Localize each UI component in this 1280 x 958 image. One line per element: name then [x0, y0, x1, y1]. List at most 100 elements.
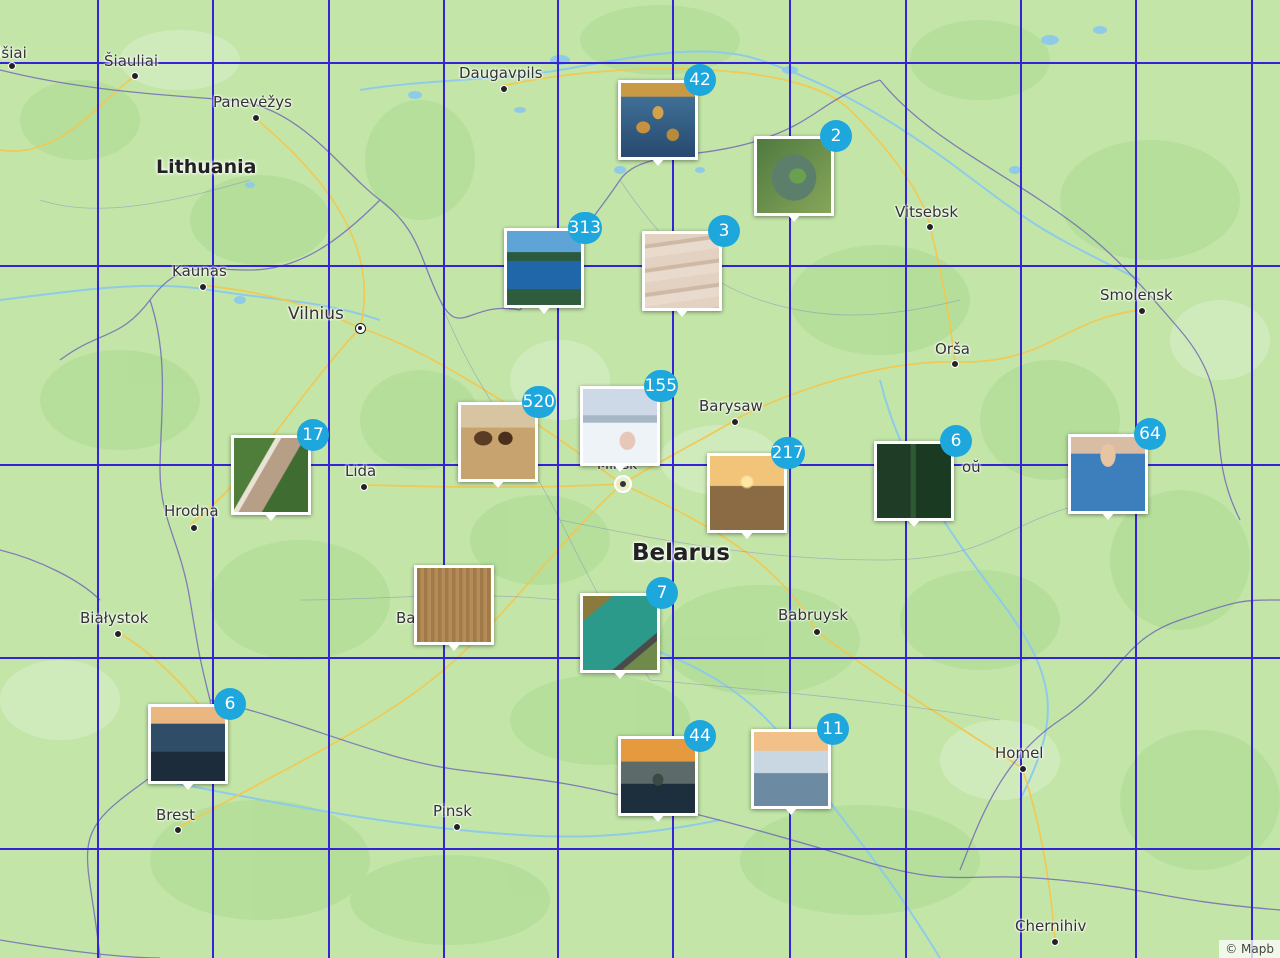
cluster-count-badge: 17 [297, 419, 329, 451]
aerial-lake-road-photo [580, 593, 660, 673]
cluster-count-badge: 520 [521, 386, 556, 418]
city-label-daugavpils: Daugavpils [459, 64, 543, 82]
city-dot [131, 72, 139, 80]
river-sunset-photo [148, 704, 228, 784]
city-label-smolensk: Smolensk [1100, 286, 1173, 304]
city-label-barysaw: Barysaw [699, 397, 763, 415]
city-dot [190, 524, 198, 532]
city-label-hrodna: Hrodna [164, 502, 219, 520]
marker-pointer [447, 643, 461, 651]
photo-cluster-marker[interactable]: 6 [874, 425, 972, 527]
city-dot [8, 62, 16, 70]
cluster-count-badge: 7 [646, 577, 678, 609]
cluster-count-badge: 155 [643, 370, 678, 402]
photo-cluster-marker[interactable]: 64 [1068, 418, 1166, 520]
marker-pointer [651, 158, 665, 166]
city-label-siauliai: Šiauliai [104, 52, 159, 70]
photo-cluster-marker[interactable]: 155 [580, 370, 678, 472]
city-label-bialystok: Białystok [80, 609, 149, 627]
photo-cluster-marker[interactable]: 44 [618, 720, 716, 822]
city-label-orsa: Orša [935, 340, 970, 358]
aerial-fields-photo [231, 435, 311, 515]
capital-dot-minsk [614, 475, 632, 493]
sunset-field-photo [707, 453, 787, 533]
harvest-field-photo [414, 565, 494, 645]
city-dot [114, 630, 122, 638]
marker-pointer [613, 671, 627, 679]
marker-pointer [740, 531, 754, 539]
marker-pointer [784, 807, 798, 815]
city-label-mahilyou-partial: oŭ [962, 458, 981, 476]
city-label-homel: Homel [995, 744, 1044, 762]
photo-cluster-marker[interactable]: 313 [504, 212, 602, 314]
city-label-panevezys: Panevėžys [213, 93, 292, 111]
country-label-belarus: Belarus [632, 540, 730, 566]
cluster-count-badge: 6 [214, 688, 246, 720]
photo-cluster-marker[interactable]: 520 [458, 386, 556, 488]
photo-cluster-marker[interactable]: 2 [754, 120, 852, 222]
country-label-lithuania: Lithuania [156, 156, 257, 178]
cluster-count-badge: 6 [940, 425, 972, 457]
city-dot [1138, 307, 1146, 315]
city-label-pinsk: Pinsk [433, 802, 472, 820]
city-dot [453, 823, 461, 831]
marker-pointer [491, 480, 505, 488]
city-label-lida: Lida [345, 462, 377, 480]
city-dot [1051, 938, 1059, 946]
city-dot [813, 628, 821, 636]
city-dot [1019, 765, 1027, 773]
city-dot [252, 114, 260, 122]
photo-cluster-marker[interactable]: 217 [707, 437, 805, 539]
city-label-chernihiv: Chernihiv [1015, 917, 1087, 935]
photo-marker[interactable] [414, 565, 494, 651]
cluster-count-badge: 44 [684, 720, 716, 752]
cluster-count-badge: 64 [1134, 418, 1166, 450]
map-attribution[interactable]: © Mapb [1219, 940, 1280, 958]
city-dot [360, 483, 368, 491]
lake-tree-sunset-photo [618, 736, 698, 816]
lake-shore-photo [1068, 434, 1148, 514]
city-dot [500, 85, 508, 93]
cluster-count-badge: 217 [770, 437, 805, 469]
city-dot [926, 223, 934, 231]
photo-cluster-marker[interactable]: 11 [751, 713, 849, 815]
winter-landscape-photo [580, 386, 660, 466]
city-dot [731, 418, 739, 426]
city-label-babruysk: Babruysk [778, 606, 849, 624]
city-label-baranavichy-partial: Ba [396, 609, 416, 627]
cluster-count-badge: 2 [820, 120, 852, 152]
city-label-siauliai-west: elšiai [0, 44, 27, 62]
photo-cluster-marker[interactable]: 6 [148, 688, 246, 790]
city-label-vitsebsk: Vitsebsk [895, 203, 959, 221]
photo-cluster-marker[interactable]: 42 [618, 64, 716, 166]
city-label-vilnius: Vilnius [288, 304, 344, 324]
marker-pointer [264, 513, 278, 521]
marker-pointer [651, 814, 665, 822]
photo-cluster-marker[interactable]: 7 [580, 577, 678, 679]
city-dot [951, 360, 959, 368]
marker-pointer [907, 519, 921, 527]
capital-dot-vilnius [355, 323, 366, 334]
heart-island-photo [754, 136, 834, 216]
cluster-count-badge: 313 [567, 212, 602, 244]
marker-pointer [613, 464, 627, 472]
city-dot [199, 283, 207, 291]
photo-cluster-marker[interactable]: 3 [642, 215, 740, 317]
marker-pointer [537, 306, 551, 314]
photo-cluster-marker[interactable]: 17 [231, 419, 329, 521]
city-label-brest: Brest [156, 806, 196, 824]
bison-photo [458, 402, 538, 482]
cluster-count-badge: 42 [684, 64, 716, 96]
city-dot [174, 826, 182, 834]
marker-pointer [787, 214, 801, 222]
city-label-kaunas: Kaunas [172, 262, 227, 280]
cluster-count-badge: 3 [708, 215, 740, 247]
forest-aerial-photo [874, 441, 954, 521]
cluster-count-badge: 11 [817, 713, 849, 745]
foggy-sunrise-photo [751, 729, 831, 809]
sand-dunes-photo [642, 231, 722, 311]
marker-pointer [1101, 512, 1115, 520]
wetland-islands-photo [618, 80, 698, 160]
marker-pointer [181, 782, 195, 790]
marker-pointer [675, 309, 689, 317]
